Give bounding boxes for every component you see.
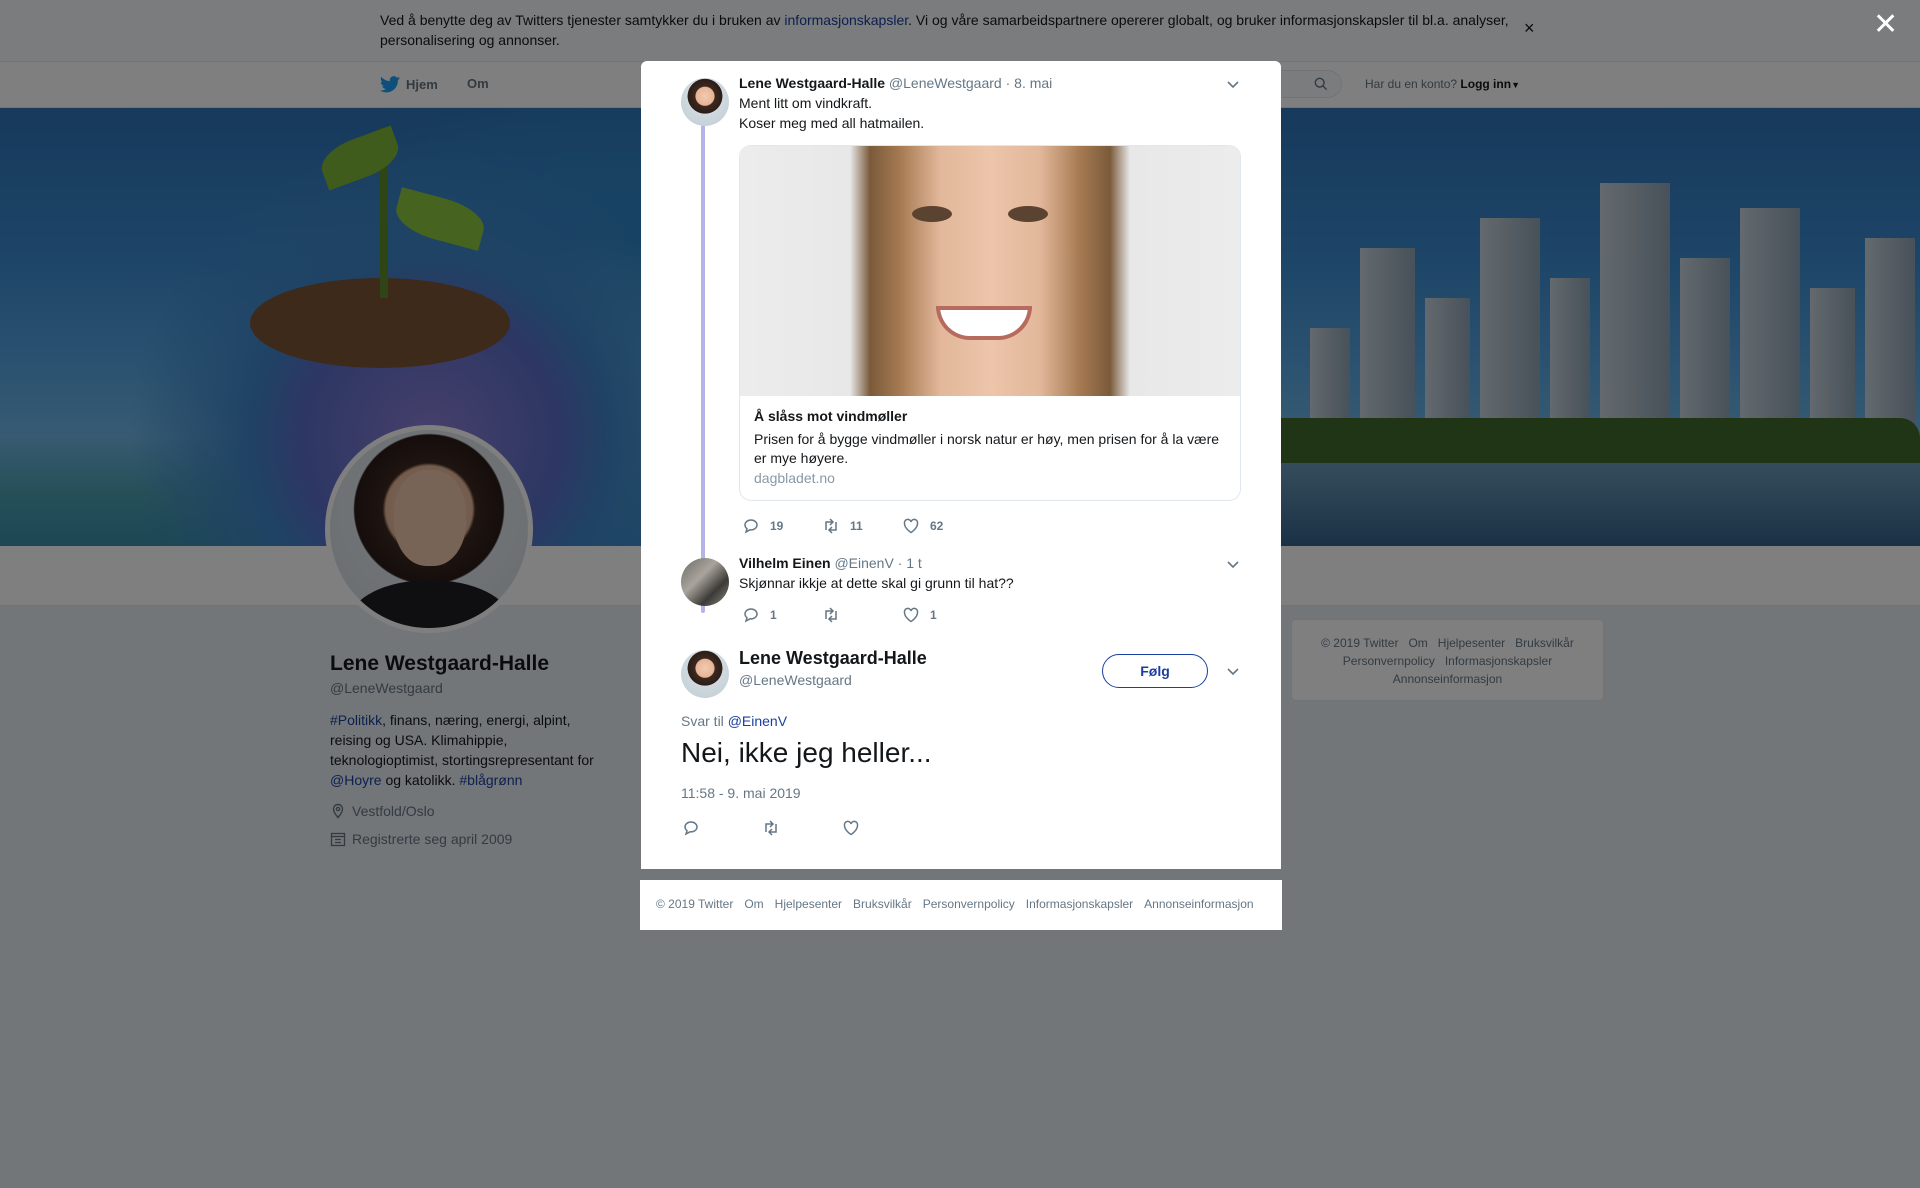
reply-icon xyxy=(684,821,698,836)
tweet-actions: 1 1 xyxy=(742,606,982,624)
footer-link[interactable]: Hjelpesenter xyxy=(775,897,842,911)
tweet-time[interactable]: · 1 t xyxy=(898,555,922,571)
main-tweet-avatar[interactable] xyxy=(681,650,729,698)
retweet-button[interactable] xyxy=(762,819,842,837)
tweet-author-handle[interactable]: @EinenV xyxy=(834,555,893,571)
tweet-header: Vilhelm Einen @EinenV · 1 t xyxy=(739,555,922,571)
main-tweet-author-name[interactable]: Lene Westgaard-Halle xyxy=(739,648,927,669)
heart-icon xyxy=(903,607,919,623)
reply-to-mention[interactable]: @EinenV xyxy=(728,713,787,729)
tweet-avatar[interactable] xyxy=(681,78,729,126)
like-button[interactable]: 1 xyxy=(902,606,982,624)
tweet-time[interactable]: · 8. mai xyxy=(1006,75,1053,91)
chevron-down-icon[interactable] xyxy=(1226,664,1240,678)
footer-link[interactable]: Informasjonskapsler xyxy=(1026,897,1133,911)
reply-button[interactable]: 19 xyxy=(742,517,822,535)
main-tweet-text: Nei, ikke jeg heller... xyxy=(681,737,932,768)
card-description: Prisen for å bygge vindmøller i norsk na… xyxy=(754,431,1220,466)
heart-icon xyxy=(843,820,859,836)
reply-context: Svar til @EinenV xyxy=(681,713,788,729)
reply-button[interactable]: 1 xyxy=(742,606,822,624)
chevron-down-icon[interactable] xyxy=(1226,77,1240,91)
tweet-author-handle[interactable]: @LeneWestgaard xyxy=(889,75,1002,91)
footer-link[interactable]: © 2019 Twitter xyxy=(656,897,733,911)
retweet-button[interactable] xyxy=(822,606,902,624)
card-image xyxy=(740,146,1240,396)
reply-button[interactable] xyxy=(682,819,762,837)
footer-link[interactable]: Bruksvilkår xyxy=(853,897,912,911)
retweet-icon xyxy=(825,607,837,623)
card-title: Å slåss mot vindmøller xyxy=(754,408,908,424)
modal-footer-links: © 2019 Twitter Om Hjelpesenter Bruksvilkår P… xyxy=(640,880,1282,930)
tweet-author-name[interactable]: Vilhelm Einen xyxy=(739,555,831,571)
retweet-icon xyxy=(825,518,837,534)
footer-link[interactable]: Personvernpolicy xyxy=(923,897,1015,911)
like-button[interactable]: 62 xyxy=(902,517,982,535)
close-modal-icon[interactable]: ✕ xyxy=(1873,10,1898,40)
main-tweet-timestamp[interactable]: 11:58 - 9. mai 2019 xyxy=(681,785,801,801)
follow-button[interactable]: Følg xyxy=(1102,654,1208,688)
main-tweet-author-handle[interactable]: @LeneWestgaard xyxy=(739,672,852,688)
reply-icon xyxy=(744,608,758,623)
heart-icon xyxy=(903,518,919,534)
like-button[interactable] xyxy=(842,819,922,837)
retweet-button[interactable]: 11 xyxy=(822,517,902,535)
tweet-actions: 19 11 62 xyxy=(742,517,982,535)
footer-link[interactable]: Om xyxy=(744,897,763,911)
reply-icon xyxy=(744,519,758,534)
tweet-permalink-modal: Lene Westgaard-Halle @LeneWestgaard · 8.… xyxy=(641,61,1281,869)
tweet-header: Lene Westgaard-Halle @LeneWestgaard · 8.… xyxy=(739,75,1052,91)
tweet-avatar[interactable] xyxy=(681,558,729,606)
tweet-text: Skjønnar ikkje at dette skal gi grunn ti… xyxy=(739,575,1014,591)
tweet-author-name[interactable]: Lene Westgaard-Halle xyxy=(739,75,885,91)
footer-link[interactable]: Annonseinformasjon xyxy=(1144,897,1253,911)
link-preview-card[interactable]: Å slåss mot vindmøller Prisen for å bygg… xyxy=(739,145,1241,501)
chevron-down-icon[interactable] xyxy=(1226,557,1240,571)
retweet-icon xyxy=(765,820,777,836)
tweet-text: Ment litt om vindkraft. Koser meg med al… xyxy=(739,95,925,131)
thread-connector-line xyxy=(701,125,705,613)
card-domain: dagbladet.no xyxy=(754,470,835,486)
main-tweet-actions xyxy=(682,819,922,837)
